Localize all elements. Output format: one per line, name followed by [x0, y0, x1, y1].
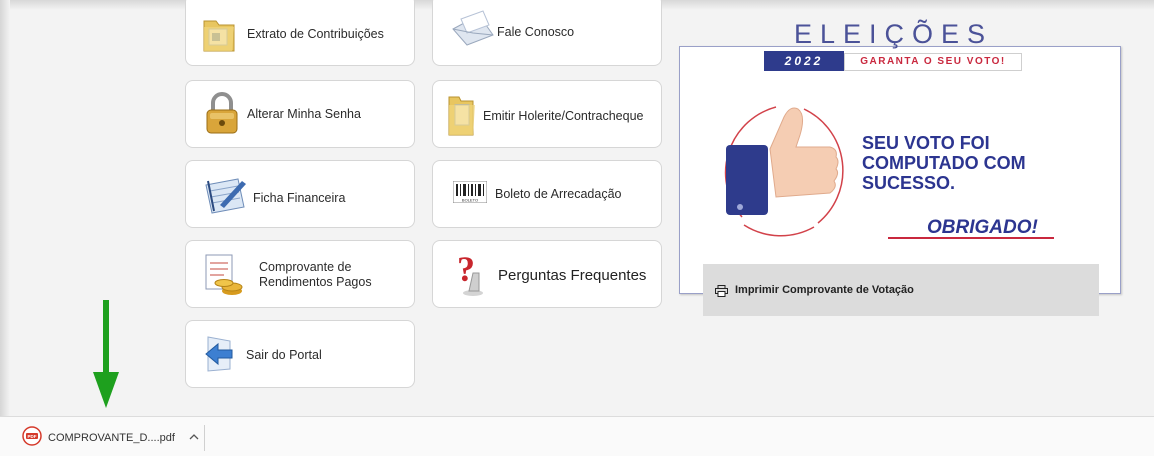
svg-text:?: ?: [457, 251, 475, 289]
card-ficha-financeira[interactable]: Ficha Financeira: [185, 160, 415, 228]
back-arrow-icon: [202, 335, 236, 378]
green-arrow-shaft: [103, 300, 109, 380]
card-emitir-holerite[interactable]: Emitir Holerite/Contracheque: [432, 80, 662, 148]
card-perguntas-label: Perguntas Frequentes: [498, 267, 647, 284]
notepad-pen-icon: [202, 175, 250, 220]
download-bar: PDF COMPROVANTE_D....pdf: [0, 416, 1154, 456]
thumbs-up-icon: [710, 97, 860, 252]
card-alterar-label: Alterar Minha Senha: [247, 107, 361, 121]
chevron-up-icon[interactable]: [189, 433, 199, 444]
card-extrato-label: Extrato de Contribuições: [247, 27, 384, 41]
card-boleto-label: Boleto de Arrecadação: [495, 187, 622, 201]
election-year: 2022: [764, 51, 844, 71]
vote-message-line3: SUCESSO.: [862, 173, 956, 193]
download-separator: [204, 425, 205, 451]
election-tagline: GARANTA O SEU VOTO!: [844, 53, 1022, 71]
folder-icon: [447, 93, 477, 142]
card-boleto[interactable]: BOLETO Boleto de Arrecadação: [432, 160, 662, 228]
pdf-file-icon: PDF: [22, 425, 42, 451]
print-voting-receipt-button[interactable]: Imprimir Comprovante de Votação: [703, 264, 1099, 316]
card-comprovante-label-line1: Comprovante de: [259, 260, 352, 274]
pdf-badge-text: PDF: [28, 433, 37, 438]
green-arrow-head: [93, 372, 119, 408]
thanks-underline: [888, 237, 1054, 239]
envelope-icon: [449, 9, 497, 52]
question-mark-icon: ?: [453, 249, 487, 302]
barcode-icon: BOLETO: [452, 180, 488, 208]
card-comprovante-label-line2: Rendimentos Pagos: [259, 275, 372, 289]
card-alterar-senha[interactable]: Alterar Minha Senha: [185, 80, 415, 148]
barcode-icon-text: BOLETO: [462, 198, 478, 203]
card-sair-portal[interactable]: Sair do Portal: [185, 320, 415, 388]
left-shadow: [0, 0, 10, 416]
download-filename: COMPROVANTE_D....pdf: [48, 432, 175, 444]
card-perguntas-frequentes[interactable]: ? Perguntas Frequentes: [432, 240, 662, 308]
download-item[interactable]: PDF COMPROVANTE_D....pdf: [22, 425, 199, 451]
thanks-text: OBRIGADO!: [927, 217, 1038, 238]
card-holerite-label: Emitir Holerite/Contracheque: [483, 109, 644, 123]
coins-document-icon: [204, 253, 246, 302]
folder-document-icon: [202, 13, 236, 58]
card-sair-label: Sair do Portal: [246, 348, 322, 362]
portal-page: Extrato de Contribuições Fale Conosco Al…: [0, 0, 1154, 416]
card-fale-conosco[interactable]: Fale Conosco: [432, 0, 662, 66]
election-banner: ELEIÇÕES 2022 GARANTA O SEU VOTO!: [764, 19, 1038, 81]
election-word: ELEIÇÕES: [794, 19, 994, 49]
election-panel: ELEIÇÕES 2022 GARANTA O SEU VOTO! SEU VO…: [679, 19, 1121, 294]
card-comprovante-rendimentos[interactable]: Comprovante de Rendimentos Pagos: [185, 240, 415, 308]
card-fale-label: Fale Conosco: [497, 25, 575, 39]
vote-message-line2: COMPUTADO COM: [862, 153, 1026, 173]
card-ficha-label: Ficha Financeira: [253, 191, 346, 205]
printer-icon: [715, 285, 728, 300]
padlock-icon: [204, 91, 240, 140]
vote-message-line1: SEU VOTO FOI: [862, 133, 990, 153]
card-extrato[interactable]: Extrato de Contribuições: [185, 0, 415, 66]
print-label: Imprimir Comprovante de Votação: [735, 284, 914, 296]
